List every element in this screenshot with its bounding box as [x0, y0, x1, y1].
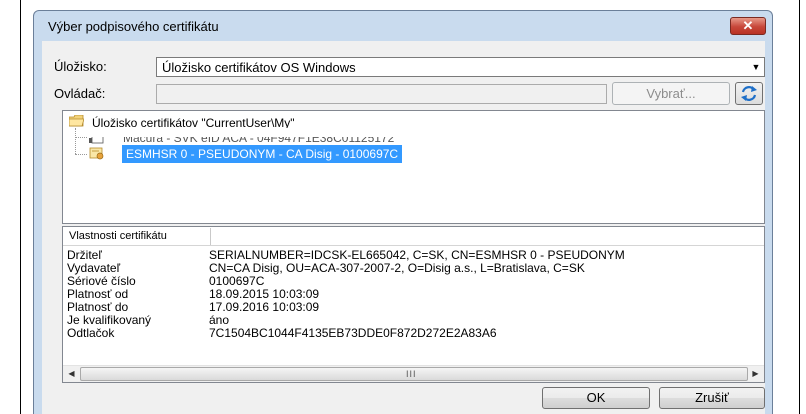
right-border-line [799, 0, 800, 414]
store-select[interactable]: Úložisko certifikátov OS Windows ▼ [156, 57, 765, 77]
scroll-thumb[interactable]: III [80, 367, 748, 381]
left-border-line [20, 0, 21, 414]
close-button[interactable]: ✕ [730, 17, 766, 35]
prop-value-issuer: CN=CA Disig, OU=ACA-307-2007-2, O=Disig … [209, 261, 585, 275]
folder-icon [69, 115, 84, 127]
dialog-title: Výber podpisového certifikátu [48, 19, 219, 34]
certificate-tree[interactable]: Úložisko certifikátov "CurrentUser\My" M… [62, 110, 765, 224]
refresh-button[interactable] [735, 82, 763, 105]
cancel-button-label: Zrušiť [695, 390, 729, 405]
properties-header-cell[interactable]: Vlastnosti certifikátu [64, 228, 211, 245]
certificate-dialog: Výber podpisového certifikátu ✕ Úložisko… [33, 10, 773, 414]
properties-header-label: Vlastnosti certifikátu [69, 230, 167, 242]
prop-value-thumbprint: 7C1504BC1044F4135EB73DDE0F872D272E2A83A6 [209, 326, 497, 340]
store-select-value: Úložisko certifikátov OS Windows [162, 60, 356, 75]
horizontal-scrollbar[interactable]: ◀ III ▶ [63, 365, 764, 382]
tree-item-label: ESMHSR 0 - PSEUDONYM - CA Disig - 010069… [126, 147, 399, 161]
dialog-body: Úložisko: Úložisko certifikátov OS Windo… [42, 41, 765, 414]
tree-item-macura[interactable]: Macura - SVK eID ACA - 04F947F1E38C01125… [77, 128, 577, 144]
ok-button-label: OK [586, 390, 606, 405]
close-icon: ✕ [742, 18, 754, 33]
cancel-button[interactable]: Zrušiť [659, 387, 765, 409]
certificate-properties: Vlastnosti certifikátu Držiteľ SERIALNUM… [62, 226, 765, 383]
choose-driver-button[interactable]: Vybrať... [612, 82, 730, 105]
scroll-right-icon[interactable]: ▶ [747, 366, 764, 382]
certificate-icon [89, 147, 104, 160]
scroll-left-icon[interactable]: ◀ [63, 366, 80, 382]
properties-header: Vlastnosti certifikátu [63, 227, 764, 246]
selected-tree-item[interactable]: ESMHSR 0 - PSEUDONYM - CA Disig - 010069… [122, 145, 403, 163]
title-bar[interactable]: Výber podpisového certifikátu ✕ [34, 11, 772, 41]
tree-connector [75, 154, 87, 155]
prop-key-thumbprint: Odtlačok [67, 326, 115, 340]
ok-button[interactable]: OK [542, 387, 650, 409]
clipped-overlay [77, 128, 577, 137]
scroll-grip: III [406, 369, 417, 379]
store-label: Úložisko: [54, 59, 107, 74]
driver-label: Ovládač: [54, 86, 106, 101]
driver-field[interactable] [156, 84, 607, 104]
choose-driver-label: Vybrať... [646, 86, 696, 101]
refresh-icon [741, 86, 757, 101]
chevron-down-icon[interactable]: ▼ [747, 58, 764, 76]
tree-connector [75, 128, 76, 154]
